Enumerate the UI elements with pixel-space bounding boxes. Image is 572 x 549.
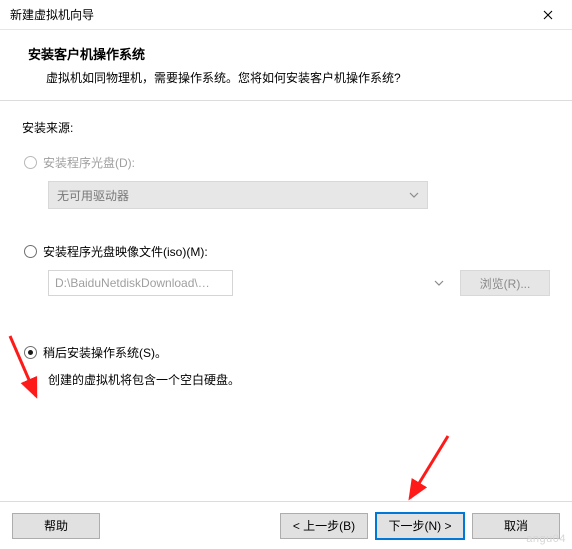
- back-button[interactable]: < 上一步(B): [280, 513, 368, 539]
- option-later-label: 稍后安装操作系统(S)。: [43, 344, 167, 361]
- browse-button[interactable]: 浏览(R)...: [460, 270, 550, 296]
- disc-drive-value: 无可用驱动器: [57, 187, 129, 204]
- chevron-down-icon: [434, 280, 444, 286]
- watermark: angu04: [526, 533, 566, 545]
- option-iso-radio-row[interactable]: 安装程序光盘映像文件(iso)(M):: [22, 243, 550, 260]
- iso-path-wrap: [48, 270, 450, 296]
- titlebar: 新建虚拟机向导: [0, 0, 572, 30]
- close-icon: [543, 10, 553, 20]
- help-button[interactable]: 帮助: [12, 513, 100, 539]
- header-title: 安装客户机操作系统: [28, 44, 552, 63]
- chevron-down-icon: [409, 192, 419, 198]
- window-title: 新建虚拟机向导: [10, 6, 526, 23]
- radio-icon: [24, 156, 37, 169]
- disc-drive-dropdown[interactable]: 无可用驱动器: [48, 181, 428, 209]
- iso-path-input[interactable]: [48, 270, 233, 296]
- radio-icon: [24, 245, 37, 258]
- install-source-label: 安装来源:: [22, 119, 550, 136]
- close-button[interactable]: [526, 1, 570, 29]
- next-button[interactable]: 下一步(N) >: [376, 513, 464, 539]
- option-disc-block: 安装程序光盘(D): 无可用驱动器: [22, 154, 550, 209]
- iso-input-row: 浏览(R)...: [48, 270, 550, 296]
- wizard-content: 安装来源: 安装程序光盘(D): 无可用驱动器 安装程序光盘映像文件(iso)(…: [0, 101, 572, 388]
- option-iso-block: 安装程序光盘映像文件(iso)(M): 浏览(R)...: [22, 243, 550, 296]
- wizard-footer: 帮助 < 上一步(B) 下一步(N) > 取消: [0, 501, 572, 549]
- option-later-desc: 创建的虚拟机将包含一个空白硬盘。: [48, 371, 550, 388]
- annotation-arrow-icon: [398, 432, 458, 512]
- wizard-header: 安装客户机操作系统 虚拟机如同物理机，需要操作系统。您将如何安装客户机操作系统?: [0, 30, 572, 101]
- option-iso-label: 安装程序光盘映像文件(iso)(M):: [43, 243, 208, 260]
- option-later-radio-row[interactable]: 稍后安装操作系统(S)。: [22, 344, 550, 361]
- radio-icon: [24, 346, 37, 359]
- option-later-block: 稍后安装操作系统(S)。 创建的虚拟机将包含一个空白硬盘。: [22, 344, 550, 388]
- option-disc-label: 安装程序光盘(D):: [43, 154, 135, 171]
- header-subtitle: 虚拟机如同物理机，需要操作系统。您将如何安装客户机操作系统?: [28, 69, 552, 86]
- option-disc-radio-row[interactable]: 安装程序光盘(D):: [22, 154, 550, 171]
